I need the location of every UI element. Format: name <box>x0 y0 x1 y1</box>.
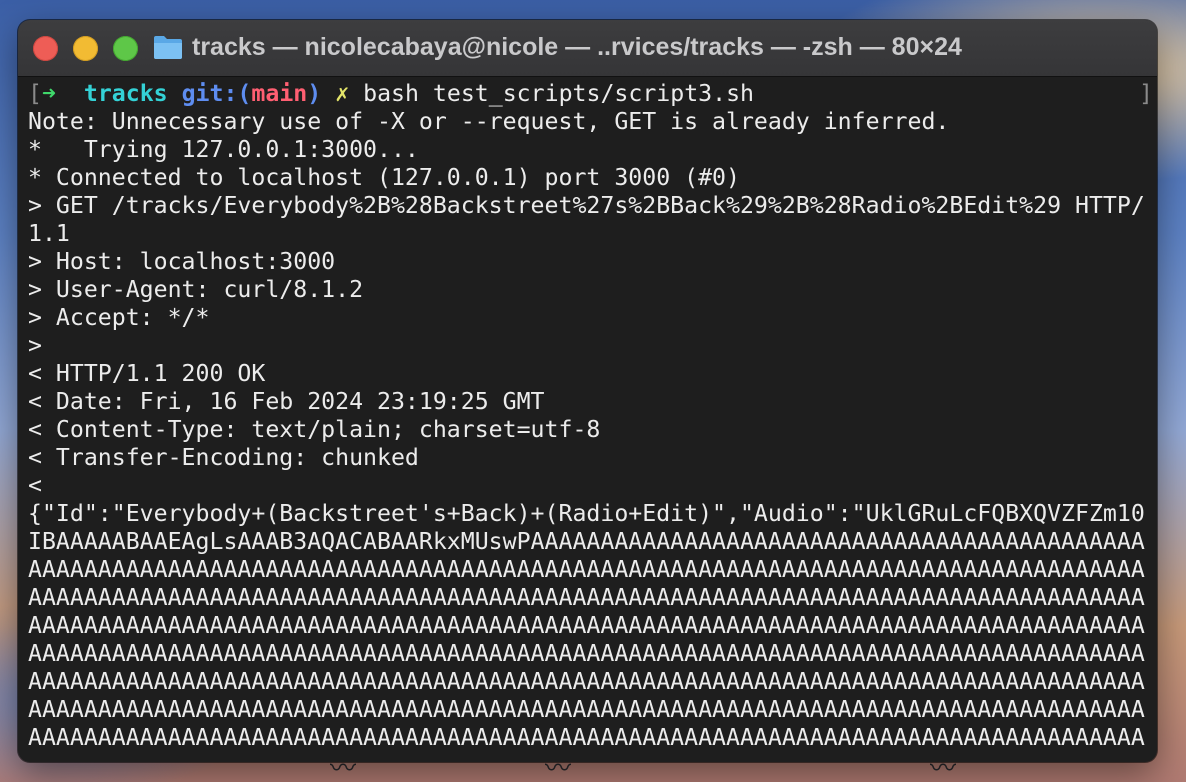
output-line: Note: Unnecessary use of -X or --request… <box>28 108 950 135</box>
minimize-button[interactable] <box>73 36 98 61</box>
output-line: < Transfer-Encoding: chunked <box>28 444 419 471</box>
terminal-output[interactable]: [➜ tracks git:(main) ✗ bash test_scripts… <box>28 80 1153 760</box>
prompt-right-bracket: ] <box>1139 80 1153 107</box>
output-line: AAAAAAAAAAAAAAAAAAAAAAAAAAAAAAAAAAAAAAAA… <box>28 696 1145 723</box>
output-line: < HTTP/1.1 200 OK <box>28 360 266 387</box>
output-line: AAAAAAAAAAAAAAAAAAAAAAAAAAAAAAAAAAAAAAAA… <box>28 724 1145 751</box>
output-line: > Accept: */* <box>28 304 210 331</box>
output-line: AAAAAAAAAAAAAAAAAAAAAAAAAAAAAAAAAAAAAAAA… <box>28 640 1145 667</box>
prompt-git-close: ) <box>307 80 322 107</box>
title-bar[interactable]: tracks — nicolecabaya@nicole — ..rvices/… <box>18 20 1157 77</box>
prompt-directory: tracks <box>83 80 168 107</box>
zoom-button[interactable] <box>113 36 138 61</box>
output-line: 1.1 <box>28 220 70 247</box>
output-line: < <box>28 472 42 499</box>
output-line: > GET /tracks/Everybody%2B%28Backstreet%… <box>28 192 1145 219</box>
prompt-left-bracket: [ <box>28 80 42 107</box>
window-title: tracks — nicolecabaya@nicole — ..rvices/… <box>192 33 962 61</box>
output-line: IBAAAAABAAEAgLsAAAB3AQACABAARkxMUswPAAAA… <box>28 528 1145 555</box>
close-button[interactable] <box>33 36 58 61</box>
folder-icon <box>154 36 182 59</box>
output-line: {"Id":"Everybody+(Backstreet's+Back)+(Ra… <box>28 500 1145 527</box>
output-line: * Trying 127.0.0.1:3000... <box>28 136 419 163</box>
output-line: > Host: localhost:3000 <box>28 248 336 275</box>
output-line: > <box>28 332 42 359</box>
terminal-window: tracks — nicolecabaya@nicole — ..rvices/… <box>18 20 1157 762</box>
prompt-git-label: git:( <box>181 80 252 107</box>
prompt-command: bash test_scripts/script3.sh <box>363 80 755 107</box>
prompt-git-branch: main <box>251 80 308 107</box>
prompt-line: [➜ tracks git:(main) ✗ bash test_scripts… <box>28 80 1153 108</box>
output-line: AAAAAAAAAAAAAAAAAAAAAAAAAAAAAAAAAAAAAAAA… <box>28 556 1145 583</box>
prompt-arrow-icon: ➜ <box>41 80 56 107</box>
output-line: * Connected to localhost (127.0.0.1) por… <box>28 164 740 191</box>
output-line: AAAAAAAAAAAAAAAAAAAAAAAAAAAAAAAAAAAAAAAA… <box>28 668 1145 695</box>
output-line: > User-Agent: curl/8.1.2 <box>28 276 364 303</box>
output-line: AAAAAAAAAAAAAAAAAAAAAAAAAAAAAAAAAAAAAAAA… <box>28 584 1145 611</box>
prompt-dirty-icon: ✗ <box>335 80 350 107</box>
output-line: < Date: Fri, 16 Feb 2024 23:19:25 GMT <box>28 388 545 415</box>
output-line: AAAAAAAAAAAAAAAAAAAAAAAAAAAAAAAAAAAAAAAA… <box>28 612 1145 639</box>
output-line: < Content-Type: text/plain; charset=utf-… <box>28 416 601 443</box>
